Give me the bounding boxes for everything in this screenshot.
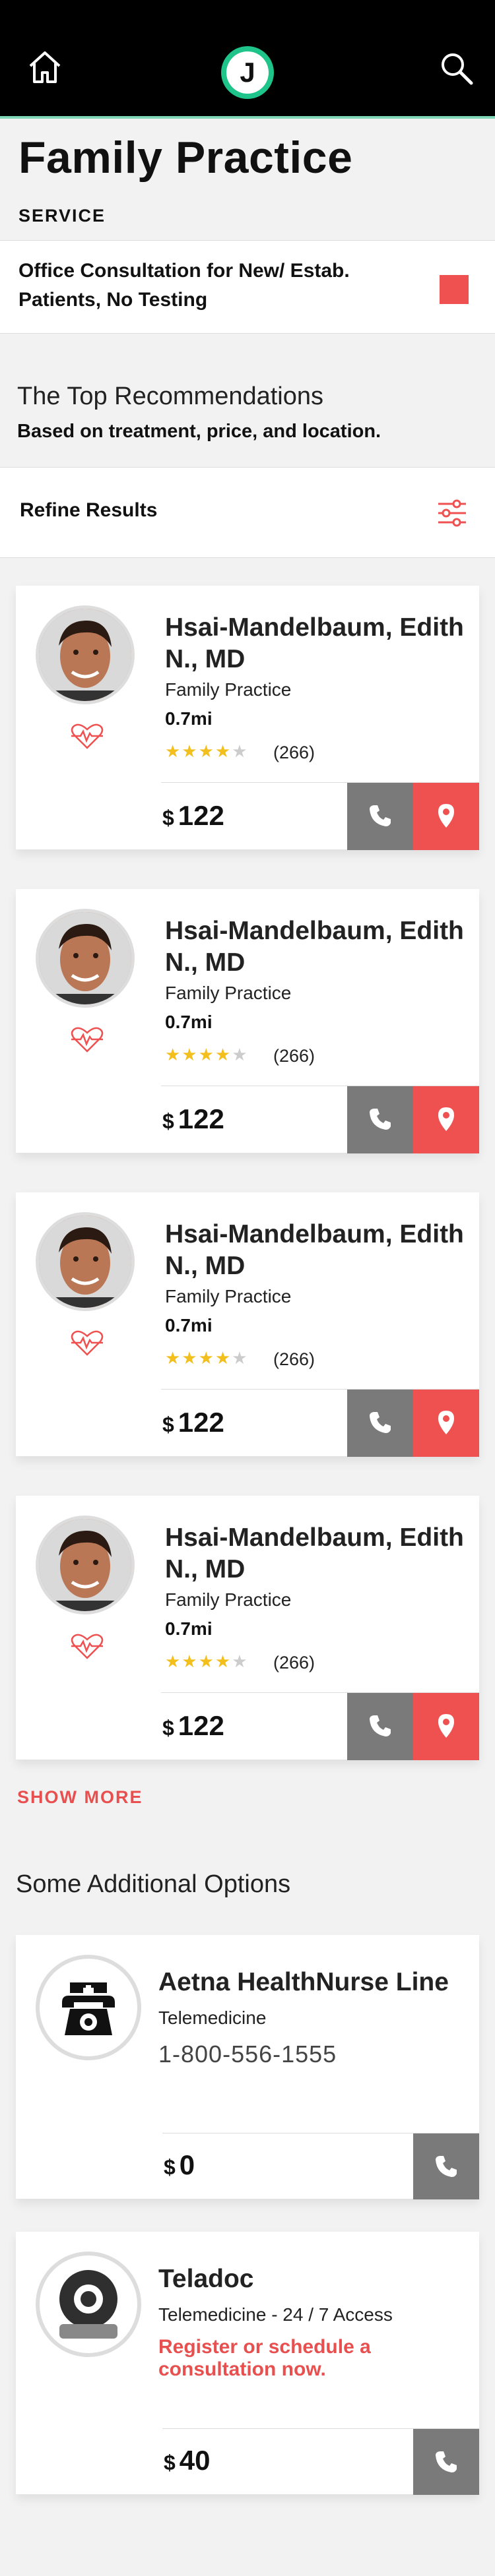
- review-count: (266): [273, 743, 315, 762]
- review-count: (266): [273, 1349, 315, 1369]
- map-pin-icon: [438, 1411, 454, 1434]
- provider-card[interactable]: Hsai-Mandelbaum, Edith N., MD Family Pra…: [16, 586, 479, 850]
- provider-distance: 0.7mi: [165, 708, 213, 729]
- provider-name[interactable]: Hsai-Mandelbaum, Edith N., MD: [165, 1522, 469, 1585]
- price-row: $122: [161, 1692, 479, 1760]
- call-button[interactable]: [413, 2133, 479, 2199]
- option-name[interactable]: Aetna HealthNurse Line: [158, 1968, 449, 1997]
- heartbeat-icon[interactable]: [69, 1633, 106, 1659]
- provider-specialty: Family Practice: [165, 1286, 292, 1306]
- brand-logo[interactable]: J: [221, 46, 274, 99]
- phone-icon: [436, 2156, 457, 2177]
- star-rating: ★★★★★: [165, 1651, 249, 1671]
- option-subtitle: Telemedicine: [158, 2008, 267, 2028]
- call-button[interactable]: [347, 1693, 413, 1760]
- provider-specialty: Family Practice: [165, 1589, 292, 1610]
- price-row: $122: [161, 1389, 479, 1457]
- provider-distance: 0.7mi: [165, 1315, 213, 1335]
- top-bar: J: [0, 0, 495, 119]
- filter-icon[interactable]: [436, 497, 469, 530]
- option-card[interactable]: Teladoc Telemedicine - 24 / 7 Access Reg…: [16, 2232, 479, 2495]
- webcam-icon: [59, 2270, 117, 2339]
- star-rating: ★★★★★: [165, 741, 249, 761]
- show-more-link[interactable]: SHOW MORE: [17, 1787, 143, 1808]
- page-title: Family Practice: [18, 133, 353, 183]
- provider-card[interactable]: Hsai-Mandelbaum, Edith N., MD Family Pra…: [16, 1192, 479, 1457]
- brand-logo-letter: J: [226, 51, 269, 94]
- provider-card[interactable]: Hsai-Mandelbaum, Edith N., MD Family Pra…: [16, 889, 479, 1153]
- phone-icon: [370, 1412, 391, 1433]
- call-button[interactable]: [347, 1390, 413, 1457]
- option-card[interactable]: Aetna HealthNurse Line Telemedicine 1-80…: [16, 1935, 479, 2199]
- map-button[interactable]: [413, 1693, 479, 1760]
- heartbeat-icon[interactable]: [69, 1330, 106, 1356]
- call-button[interactable]: [347, 783, 413, 850]
- map-button[interactable]: [413, 783, 479, 850]
- service-label: SERVICE: [18, 206, 106, 226]
- provider-price: $122: [162, 1103, 224, 1134]
- provider-card[interactable]: Hsai-Mandelbaum, Edith N., MD Family Pra…: [16, 1496, 479, 1760]
- option-phone[interactable]: 1-800-556-1555: [158, 2040, 337, 2068]
- service-selector[interactable]: Office Consultation for New/ Estab. Pati…: [0, 240, 495, 334]
- map-button[interactable]: [413, 1086, 479, 1153]
- register-link[interactable]: Register or schedule a consultation now.: [158, 2336, 436, 2381]
- provider-specialty: Family Practice: [165, 983, 292, 1003]
- phone-icon: [436, 2451, 457, 2472]
- price-row: $40: [162, 2428, 479, 2495]
- provider-distance: 0.7mi: [165, 1618, 213, 1639]
- option-avatar: [36, 1955, 141, 2060]
- heartbeat-icon[interactable]: [69, 723, 106, 749]
- provider-distance: 0.7mi: [165, 1012, 213, 1032]
- star-rating: ★★★★★: [165, 1348, 249, 1368]
- recommendations-title: The Top Recommendations: [17, 383, 323, 410]
- review-count: (266): [273, 1046, 315, 1066]
- option-price: $0: [164, 2149, 195, 2180]
- map-pin-icon: [438, 804, 454, 828]
- refine-results-label: Refine Results: [20, 499, 158, 521]
- avatar: [36, 1212, 135, 1311]
- top-bar-accent: [0, 116, 495, 119]
- map-button[interactable]: [413, 1390, 479, 1457]
- avatar: [36, 909, 135, 1008]
- provider-specialty: Family Practice: [165, 679, 292, 700]
- additional-options-title: Some Additional Options: [16, 1870, 291, 1898]
- phone-icon: [370, 805, 391, 826]
- option-subtitle: Telemedicine - 24 / 7 Access: [158, 2304, 393, 2325]
- price-row: $122: [161, 1086, 479, 1153]
- map-pin-icon: [438, 1107, 454, 1131]
- service-marker: [440, 275, 469, 304]
- nurse-phone-icon: [62, 1982, 115, 2035]
- avatar: [36, 605, 135, 704]
- phone-icon: [370, 1715, 391, 1736]
- provider-price: $122: [162, 1710, 224, 1741]
- price-row: $0: [162, 2133, 479, 2199]
- option-name[interactable]: Teladoc: [158, 2265, 253, 2294]
- provider-name[interactable]: Hsai-Mandelbaum, Edith N., MD: [165, 1219, 469, 1282]
- call-button[interactable]: [413, 2429, 479, 2495]
- provider-name[interactable]: Hsai-Mandelbaum, Edith N., MD: [165, 612, 469, 675]
- provider-name[interactable]: Hsai-Mandelbaum, Edith N., MD: [165, 915, 469, 979]
- phone-icon: [370, 1109, 391, 1130]
- option-price: $40: [164, 2445, 211, 2476]
- review-count: (266): [273, 1653, 315, 1672]
- call-button[interactable]: [347, 1086, 413, 1153]
- recommendations-subtitle: Based on treatment, price, and location.: [17, 421, 381, 442]
- provider-price: $122: [162, 1407, 224, 1438]
- heartbeat-icon[interactable]: [69, 1026, 106, 1053]
- provider-price: $122: [162, 800, 224, 831]
- search-icon[interactable]: [438, 50, 475, 87]
- home-icon[interactable]: [26, 49, 63, 86]
- service-text: Office Consultation for New/ Estab. Pati…: [18, 260, 350, 311]
- map-pin-icon: [438, 1714, 454, 1738]
- star-rating: ★★★★★: [165, 1045, 249, 1064]
- avatar: [36, 1516, 135, 1614]
- option-avatar: [36, 2252, 141, 2357]
- refine-results-button[interactable]: Refine Results: [0, 467, 495, 558]
- price-row: $122: [161, 782, 479, 850]
